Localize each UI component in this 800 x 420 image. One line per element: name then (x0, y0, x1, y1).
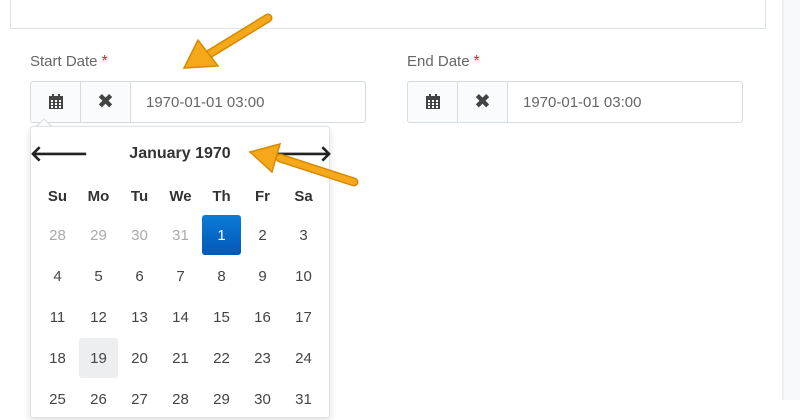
day-cell[interactable]: 7 (160, 256, 201, 297)
end-date-input[interactable] (507, 81, 743, 123)
week-row: 18 19 20 21 22 23 24 (37, 338, 324, 379)
day-cell[interactable]: 24 (283, 338, 324, 379)
weekday-label: Tu (130, 187, 149, 205)
end-clear-button[interactable]: ✖ (457, 81, 507, 123)
day-cell[interactable]: 9 (242, 256, 283, 297)
weekday-label: We (169, 187, 192, 205)
start-calendar-button[interactable] (30, 81, 80, 123)
day-cell[interactable]: 13 (119, 297, 160, 338)
week-row: 11 12 13 14 15 16 17 (37, 297, 324, 338)
weekday-label: Su (47, 187, 68, 205)
day-cell[interactable]: 11 (37, 297, 78, 338)
arrow-right-icon: 🡒 (273, 141, 333, 166)
calendar-icon (48, 94, 63, 109)
day-cell[interactable]: 23 (242, 338, 283, 379)
end-date-label-text: End Date (407, 53, 470, 70)
day-cell[interactable]: 12 (78, 297, 119, 338)
selected-day[interactable]: 1 (202, 215, 241, 255)
end-date-label: End Date * (407, 53, 480, 71)
start-date-label-text: Start Date (30, 53, 98, 70)
date-picker: 🡐 January 1970 🡒 Su Mo Tu We Th Fr Sa 28 29 30 31… (30, 126, 333, 418)
weekday-label: Th (212, 187, 231, 205)
start-date-input[interactable] (130, 81, 366, 123)
end-calendar-button[interactable] (407, 81, 457, 123)
weekday-label: Mo (87, 187, 110, 205)
calendar-icon (425, 94, 440, 109)
day-cell[interactable]: 18 (37, 338, 78, 379)
weekday-header: Su Mo Tu We Th Fr Sa (37, 181, 324, 211)
weekday-label: Sa (294, 187, 313, 205)
weekday-label: Fr (255, 187, 270, 205)
close-icon: ✖ (97, 91, 114, 113)
day-cell[interactable]: 5 (78, 256, 119, 297)
week-row: 28 29 30 31 1 2 3 (37, 215, 324, 256)
day-cell[interactable]: 2 (242, 215, 283, 256)
day-cell[interactable]: 10 (283, 256, 324, 297)
today-day[interactable]: 19 (79, 338, 118, 378)
day-cell[interactable]: 30 (119, 215, 160, 256)
day-cell[interactable]: 21 (160, 338, 201, 379)
prev-month-button[interactable]: 🡐 (30, 139, 89, 169)
day-cell[interactable]: 14 (160, 297, 201, 338)
month-title[interactable]: January 1970 (101, 139, 259, 169)
day-cell[interactable]: 15 (201, 297, 242, 338)
start-clear-button[interactable]: ✖ (80, 81, 130, 123)
day-cell[interactable]: 3 (283, 215, 324, 256)
required-asterisk: * (101, 53, 108, 70)
day-cell[interactable]: 17 (283, 297, 324, 338)
day-cell[interactable]: 8 (201, 256, 242, 297)
day-cell[interactable]: 20 (119, 338, 160, 379)
text-area-box[interactable] (10, 0, 766, 29)
close-icon: ✖ (474, 91, 491, 113)
required-asterisk: * (473, 53, 480, 70)
next-month-button[interactable]: 🡒 (274, 139, 333, 169)
picker-header: 🡐 January 1970 🡒 (30, 139, 333, 169)
day-cell[interactable]: 4 (37, 256, 78, 297)
arrow-left-icon: 🡐 (29, 141, 89, 166)
week-row: 4 5 6 7 8 9 10 (37, 256, 324, 297)
side-panel-edge (784, 0, 800, 400)
day-cell[interactable]: 6 (119, 256, 160, 297)
day-cell[interactable]: 29 (78, 215, 119, 256)
day-cell[interactable]: 28 (37, 215, 78, 256)
start-date-label: Start Date * (30, 53, 108, 71)
day-cell[interactable]: 22 (201, 338, 242, 379)
end-date-input-group: ✖ (407, 81, 743, 123)
day-cell[interactable]: 31 (160, 215, 201, 256)
start-date-input-group: ✖ (30, 81, 366, 123)
day-cell[interactable]: 16 (242, 297, 283, 338)
